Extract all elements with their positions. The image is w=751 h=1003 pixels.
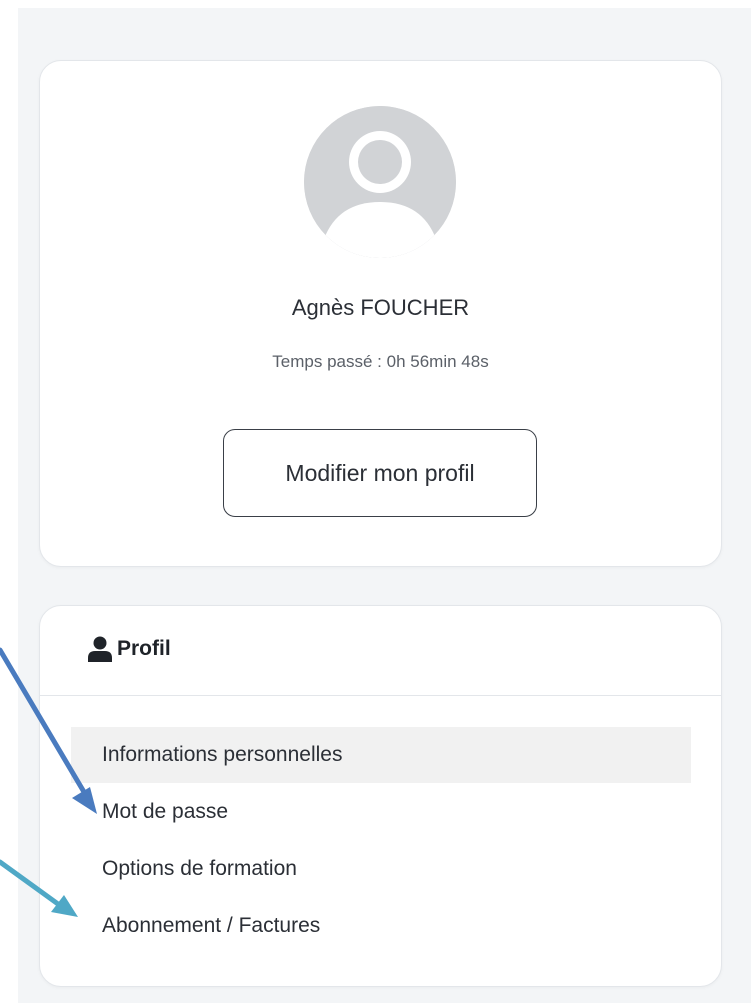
person-icon (88, 636, 112, 662)
menu-item-options-de-formation[interactable]: Options de formation (71, 841, 691, 897)
user-name: Agnès FOUCHER (291, 295, 470, 320)
edit-profile-button[interactable]: Modifier mon profil (223, 429, 537, 517)
avatar (304, 106, 456, 258)
profile-menu-title: Profil (117, 637, 171, 660)
default-user-icon (304, 106, 456, 258)
profile-menu-header: Profil (40, 606, 721, 696)
menu-item-informations-personnelles[interactable]: Informations personnelles (71, 727, 691, 783)
profile-menu-card: Profil Informations personnelles Mot de … (39, 605, 722, 987)
time-spent-label: Temps passé : 0h 56min 48s (272, 352, 489, 371)
menu-item-abonnement-factures[interactable]: Abonnement / Factures (71, 898, 691, 954)
menu-item-mot-de-passe[interactable]: Mot de passe (71, 784, 691, 840)
